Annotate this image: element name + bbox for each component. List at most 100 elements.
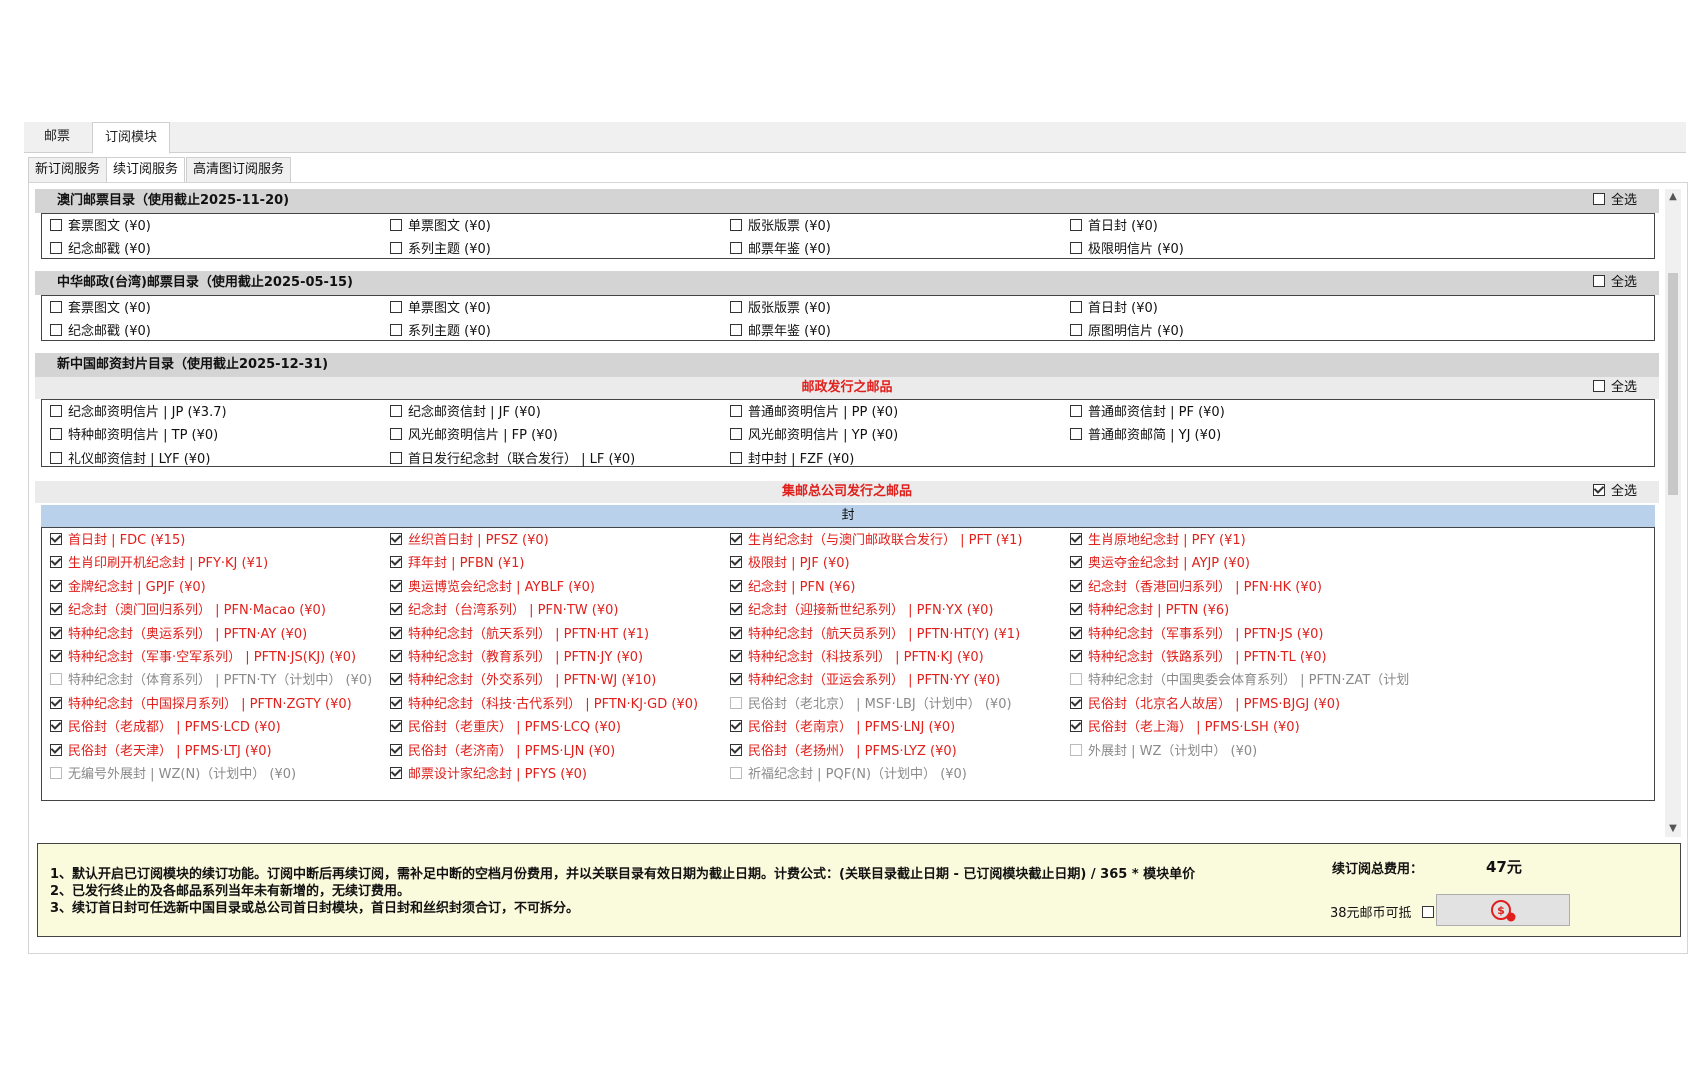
checkbox-icon[interactable] bbox=[730, 533, 742, 545]
catalog-option[interactable]: 极限明信片 (¥0) bbox=[1070, 241, 1184, 259]
checkbox-icon[interactable] bbox=[390, 743, 402, 756]
checkbox-icon[interactable] bbox=[1070, 626, 1082, 639]
checkbox-icon[interactable] bbox=[50, 301, 62, 313]
tab-new-subscription[interactable]: 新订阅服务 bbox=[28, 157, 108, 183]
postal-option[interactable]: 礼仪邮资信封 | LYF (¥0) bbox=[50, 451, 210, 469]
postal-option[interactable]: 风光邮资明信片 | YP (¥0) bbox=[730, 427, 898, 445]
checkbox-icon[interactable] bbox=[390, 626, 402, 639]
checkbox-icon[interactable] bbox=[1070, 720, 1082, 733]
checkbox-icon[interactable] bbox=[1592, 275, 1605, 287]
checkbox-icon[interactable] bbox=[390, 533, 402, 545]
company-option[interactable]: 民俗封（老天津） | PFMS·LTJ (¥0) bbox=[50, 743, 272, 761]
checkbox-icon[interactable] bbox=[50, 720, 62, 733]
catalog-list[interactable]: 澳门邮票目录（使用截止2025-11-20) 全选 套票图文 (¥0) 单票图文 … bbox=[35, 189, 1659, 837]
company-option[interactable]: 特种纪念封 | PFTN (¥6) bbox=[1070, 602, 1229, 620]
checkbox-icon[interactable] bbox=[390, 579, 402, 592]
catalog-option[interactable]: 版张版票 (¥0) bbox=[730, 218, 831, 236]
company-option[interactable]: 首日封 | FDC (¥15) bbox=[50, 532, 185, 550]
select-all-taiwan[interactable]: 全选 bbox=[1592, 271, 1637, 295]
checkbox-icon[interactable] bbox=[50, 242, 62, 255]
postal-option[interactable]: 纪念邮资信封 | JF (¥0) bbox=[390, 404, 541, 422]
company-option[interactable]: 特种纪念封（铁路系列） | PFTN·TL (¥0) bbox=[1070, 649, 1327, 667]
catalog-option[interactable]: 纪念邮戳 (¥0) bbox=[50, 323, 151, 341]
checkbox-icon[interactable] bbox=[730, 242, 742, 255]
company-option[interactable]: 纪念封 | PFN (¥6) bbox=[730, 579, 856, 597]
company-option[interactable]: 民俗封（老成都） | PFMS·LCD (¥0) bbox=[50, 719, 281, 737]
checkbox-icon[interactable] bbox=[1070, 696, 1082, 709]
checkbox-icon[interactable] bbox=[50, 650, 62, 662]
checkbox-icon[interactable] bbox=[50, 603, 62, 616]
checkbox-icon[interactable] bbox=[50, 219, 62, 231]
checkbox-icon[interactable] bbox=[730, 405, 742, 417]
scroll-up-icon[interactable]: ▲ bbox=[1665, 189, 1681, 205]
company-option[interactable]: 纪念封（香港回归系列） | PFN·HK (¥0) bbox=[1070, 579, 1322, 597]
catalog-option[interactable]: 套票图文 (¥0) bbox=[50, 300, 151, 318]
company-option[interactable]: 生肖印刷开机纪念封 | PFY·KJ (¥1) bbox=[50, 555, 268, 573]
checkbox-icon[interactable] bbox=[390, 428, 402, 441]
checkbox-icon[interactable] bbox=[1070, 603, 1082, 616]
select-all-company[interactable]: 全选 bbox=[1592, 481, 1637, 503]
company-option[interactable]: 奥运博览会纪念封 | AYBLF (¥0) bbox=[390, 579, 595, 597]
catalog-option[interactable]: 邮票年鉴 (¥0) bbox=[730, 323, 831, 341]
checkbox-icon[interactable] bbox=[390, 767, 402, 779]
checkbox-icon[interactable] bbox=[390, 556, 402, 569]
checkbox-icon[interactable] bbox=[730, 626, 742, 639]
postal-option[interactable]: 风光邮资明信片 | FP (¥0) bbox=[390, 427, 558, 445]
checkbox-icon[interactable] bbox=[1070, 579, 1082, 592]
catalog-option[interactable]: 邮票年鉴 (¥0) bbox=[730, 241, 831, 259]
checkbox-icon[interactable] bbox=[390, 720, 402, 733]
checkbox-icon[interactable] bbox=[390, 219, 402, 231]
checkbox-icon[interactable] bbox=[390, 301, 402, 313]
company-option[interactable]: 丝织首日封 | PFSZ (¥0) bbox=[390, 532, 549, 550]
company-option[interactable]: 特种纪念封（科技·古代系列） | PFTN·KJ·GD (¥0) bbox=[390, 696, 698, 714]
tab-hd-image-subscription[interactable]: 高清图订阅服务 bbox=[186, 157, 292, 183]
company-option[interactable]: 民俗封（老重庆） | PFMS·LCQ (¥0) bbox=[390, 719, 621, 737]
company-option[interactable]: 拜年封 | PFBN (¥1) bbox=[390, 555, 524, 573]
company-option[interactable]: 民俗封（老上海） | PFMS·LSH (¥0) bbox=[1070, 719, 1300, 737]
catalog-option[interactable]: 套票图文 (¥0) bbox=[50, 218, 151, 236]
coin-offset-checkbox[interactable] bbox=[1421, 906, 1434, 918]
checkbox-icon[interactable] bbox=[1592, 193, 1605, 205]
company-option[interactable]: 民俗封（老南京） | PFMS·LNJ (¥0) bbox=[730, 719, 955, 737]
postal-option[interactable]: 封中封 | FZF (¥0) bbox=[730, 451, 854, 469]
checkbox-icon[interactable] bbox=[50, 405, 62, 417]
company-option[interactable]: 生肖原地纪念封 | PFY (¥1) bbox=[1070, 532, 1246, 550]
company-option[interactable]: 特种纪念封（航天系列） | PFTN·HT (¥1) bbox=[390, 626, 649, 644]
coin-offset-option[interactable]: 38元邮币可抵 bbox=[1330, 902, 1440, 921]
checkbox-icon[interactable] bbox=[390, 650, 402, 662]
company-option[interactable]: 特种纪念封（军事系列） | PFTN·JS (¥0) bbox=[1070, 626, 1323, 644]
company-option[interactable]: 纪念封（澳门回归系列） | PFN·Macao (¥0) bbox=[50, 602, 326, 620]
postal-option[interactable]: 普通邮资明信片 | PP (¥0) bbox=[730, 404, 898, 422]
vertical-scrollbar[interactable]: ▲ ▼ bbox=[1665, 189, 1681, 837]
checkbox-icon[interactable] bbox=[730, 579, 742, 592]
tab-renew-subscription[interactable]: 续订阅服务 bbox=[106, 157, 186, 183]
checkbox-icon[interactable] bbox=[1070, 219, 1082, 231]
company-option[interactable]: 民俗封（老济南） | PFMS·LJN (¥0) bbox=[390, 743, 615, 761]
checkbox-icon[interactable] bbox=[1592, 380, 1605, 392]
postal-option[interactable]: 普通邮资信封 | PF (¥0) bbox=[1070, 404, 1225, 422]
checkbox-icon[interactable] bbox=[1070, 301, 1082, 313]
postal-option[interactable]: 纪念邮资明信片 | JP (¥3.7) bbox=[50, 404, 227, 422]
company-option[interactable]: 邮票设计家纪念封 | PFYS (¥0) bbox=[390, 766, 587, 784]
checkbox-icon[interactable] bbox=[730, 673, 742, 686]
checkbox-icon[interactable] bbox=[1070, 650, 1082, 662]
checkbox-icon[interactable] bbox=[730, 451, 742, 464]
pay-button[interactable]: $ bbox=[1436, 894, 1570, 926]
checkbox-icon[interactable] bbox=[50, 696, 62, 709]
checkbox-icon[interactable] bbox=[390, 696, 402, 709]
company-option[interactable]: 纪念封（台湾系列） | PFN·TW (¥0) bbox=[390, 602, 618, 620]
tab-subscription-module[interactable]: 订阅模块 bbox=[92, 122, 171, 154]
checkbox-icon[interactable] bbox=[390, 324, 402, 337]
catalog-option[interactable]: 系列主题 (¥0) bbox=[390, 323, 491, 341]
catalog-option[interactable]: 单票图文 (¥0) bbox=[390, 300, 491, 318]
company-option[interactable]: 特种纪念封（奥运系列） | PFTN·AY (¥0) bbox=[50, 626, 307, 644]
checkbox-icon[interactable] bbox=[1070, 405, 1082, 417]
checkbox-icon[interactable] bbox=[390, 673, 402, 686]
company-option[interactable]: 生肖纪念封（与澳门邮政联合发行） | PFT (¥1) bbox=[730, 532, 1023, 550]
checkbox-icon[interactable] bbox=[730, 428, 742, 441]
checkbox-icon[interactable] bbox=[730, 603, 742, 616]
catalog-option[interactable]: 首日封 (¥0) bbox=[1070, 218, 1158, 236]
checkbox-icon[interactable] bbox=[730, 743, 742, 756]
select-all-macau[interactable]: 全选 bbox=[1592, 189, 1637, 213]
checkbox-icon[interactable] bbox=[1070, 324, 1082, 337]
